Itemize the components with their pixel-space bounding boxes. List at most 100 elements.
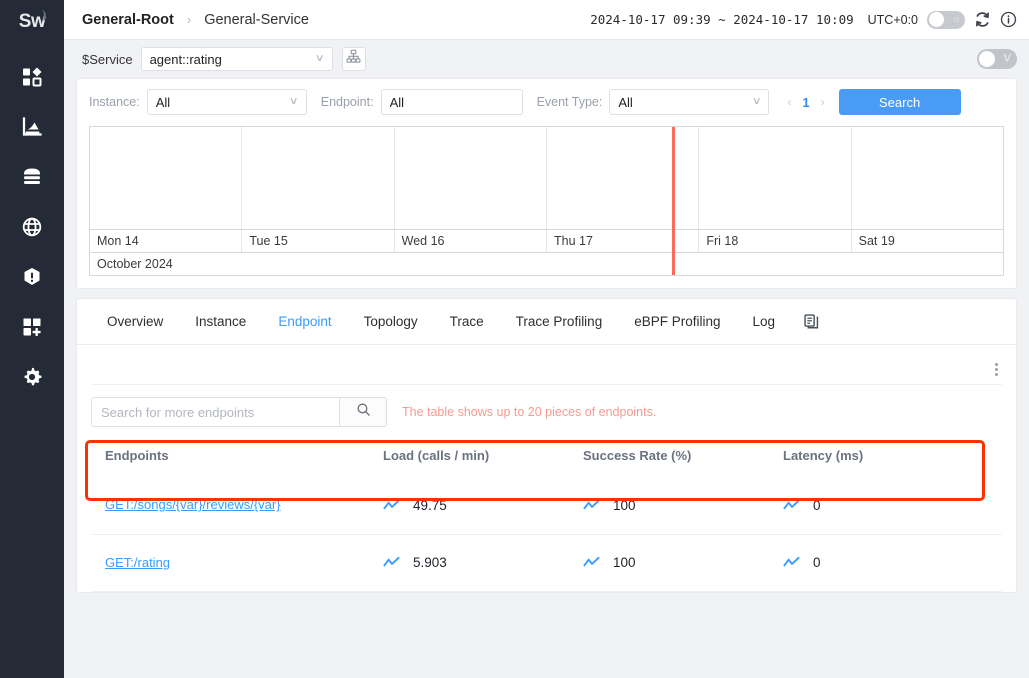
table-row[interactable]: GET:/songs/{var}/reviews/{var} <box>91 477 1002 534</box>
service-variable-label: $Service <box>82 52 133 67</box>
endpoint-table-hint: The table shows up to 20 pieces of endpo… <box>402 405 656 419</box>
sidebar-item-settings[interactable] <box>0 352 64 402</box>
timeline-day-label: Mon 14 <box>90 230 242 252</box>
events-filter-row: Instance: All ∨ Endpoint: Event Type: Al… <box>89 89 1004 115</box>
chevron-down-icon: ∨ <box>289 97 299 107</box>
endpoint-filter-input[interactable] <box>381 89 523 115</box>
tab-trace-profiling[interactable]: Trace Profiling <box>500 299 619 345</box>
sidebar-item-add[interactable] <box>0 302 64 352</box>
tab-ebpf-profiling[interactable]: eBPF Profiling <box>618 299 736 345</box>
endpoint-search-button[interactable] <box>339 397 387 427</box>
tab-instance[interactable]: Instance <box>179 299 262 345</box>
chevron-down-icon: ∨ <box>315 54 325 64</box>
load-cell: 49.75 <box>383 498 583 513</box>
database-icon <box>21 166 43 188</box>
refresh-icon[interactable] <box>974 11 991 28</box>
copy-icon[interactable] <box>803 313 820 330</box>
timeline-column <box>242 127 394 229</box>
instance-select[interactable]: All ∨ <box>147 89 307 115</box>
tab-trace[interactable]: Trace <box>434 299 500 345</box>
breadcrumb-root[interactable]: General-Root <box>82 12 174 28</box>
tab-endpoint[interactable]: Endpoint <box>262 299 347 345</box>
alert-icon <box>21 266 43 288</box>
hierarchy-icon <box>346 49 361 69</box>
service-tabs-panel: Overview Instance Endpoint Topology Trac… <box>76 298 1017 593</box>
load-value: 5.903 <box>413 555 447 570</box>
sidebar-item-database[interactable] <box>0 152 64 202</box>
pager-page-number[interactable]: 1 <box>802 95 809 110</box>
load-value: 49.75 <box>413 498 447 513</box>
gear-icon <box>21 366 43 388</box>
success-rate-cell: 100 <box>583 498 783 513</box>
breadcrumb: General-Root › General-Service <box>82 12 309 28</box>
timeline-grid <box>90 127 1003 229</box>
latency-value: 0 <box>813 498 821 513</box>
timeline-axis: Mon 14 Tue 15 Wed 16 Thu 17 Fri 18 Sat 1… <box>90 229 1003 252</box>
timeline-column <box>852 127 1003 229</box>
success-rate-cell: 100 <box>583 555 783 570</box>
time-range-picker[interactable]: 2024-10-17 09:39 ~ 2024-10-17 10:09 <box>590 12 853 27</box>
column-header-endpoints: Endpoints <box>91 436 383 477</box>
tab-topology[interactable]: Topology <box>348 299 434 345</box>
sidebar-item-metrics[interactable] <box>0 102 64 152</box>
trend-icon[interactable] <box>783 499 800 512</box>
column-header-latency: Latency (ms) <box>783 436 1002 477</box>
table-header-row: Endpoints Load (calls / min) Success Rat… <box>91 436 1002 477</box>
endpoint-filter-label: Endpoint: <box>321 95 374 109</box>
sidebar-item-alerting[interactable] <box>0 252 64 302</box>
service-select-value: agent::rating <box>150 52 222 67</box>
more-vertical-icon[interactable] <box>991 361 1002 378</box>
events-search-button[interactable]: Search <box>839 89 961 115</box>
event-type-select-value: All <box>618 95 632 110</box>
timeline-current-marker <box>672 127 675 275</box>
success-rate-value: 100 <box>613 555 636 570</box>
timeline-column <box>699 127 851 229</box>
endpoint-table-toolbar <box>91 355 1002 385</box>
event-type-filter-label: Event Type: <box>537 95 603 109</box>
timeline-day-label: Fri 18 <box>699 230 851 252</box>
trend-icon[interactable] <box>783 556 800 569</box>
timeline-day-label: Sat 19 <box>852 230 1003 252</box>
endpoint-link[interactable]: GET:/rating <box>105 555 170 570</box>
instance-filter-label: Instance: <box>89 95 140 109</box>
trend-icon[interactable] <box>583 499 600 512</box>
service-select[interactable]: agent::rating ∨ <box>141 47 333 71</box>
timeline-day-label: Tue 15 <box>242 230 394 252</box>
sidebar-item-topology[interactable] <box>0 202 64 252</box>
endpoint-link[interactable]: GET:/songs/{var}/reviews/{var} <box>105 497 281 512</box>
instance-select-value: All <box>156 95 170 110</box>
chevron-down-icon: ∨ <box>752 97 762 107</box>
events-panel: Instance: All ∨ Endpoint: Event Type: Al… <box>76 78 1017 289</box>
column-header-success-rate: Success Rate (%) <box>583 436 783 477</box>
view-mode-label: V <box>1004 54 1011 65</box>
trend-icon[interactable] <box>383 556 400 569</box>
theme-toggle[interactable]: ☼ <box>927 11 965 29</box>
events-timeline[interactable]: Mon 14 Tue 15 Wed 16 Thu 17 Fri 18 Sat 1… <box>89 126 1004 276</box>
endpoint-search-input[interactable] <box>91 397 339 427</box>
sidebar-item-dashboard[interactable] <box>0 52 64 102</box>
sidebar: Sw <box>0 0 64 678</box>
globe-icon <box>21 216 43 238</box>
hierarchy-button[interactable] <box>342 47 366 71</box>
breadcrumb-current[interactable]: General-Service <box>204 12 309 28</box>
content-area: Instance: All ∨ Endpoint: Event Type: Al… <box>64 78 1029 678</box>
chart-icon <box>21 116 43 138</box>
sun-icon: ☼ <box>952 15 961 25</box>
app-logo[interactable]: Sw <box>0 2 64 42</box>
tab-overview[interactable]: Overview <box>91 299 179 345</box>
info-icon[interactable] <box>1000 11 1017 28</box>
trend-icon[interactable] <box>383 499 400 512</box>
endpoint-table-wrap: The table shows up to 20 pieces of endpo… <box>77 345 1016 592</box>
table-row[interactable]: GET:/rating 5. <box>91 534 1002 591</box>
tab-log[interactable]: Log <box>737 299 792 345</box>
latency-cell: 0 <box>783 498 1002 513</box>
column-header-load: Load (calls / min) <box>383 436 583 477</box>
trend-icon[interactable] <box>583 556 600 569</box>
timeline-month-label: October 2024 <box>90 252 1003 275</box>
dashboard-icon <box>21 66 43 88</box>
view-mode-toggle[interactable]: V <box>977 49 1017 69</box>
events-pager: ‹ 1 › <box>787 95 824 110</box>
pager-prev-icon[interactable]: ‹ <box>787 95 791 109</box>
pager-next-icon[interactable]: › <box>821 95 825 109</box>
event-type-select[interactable]: All ∨ <box>609 89 769 115</box>
